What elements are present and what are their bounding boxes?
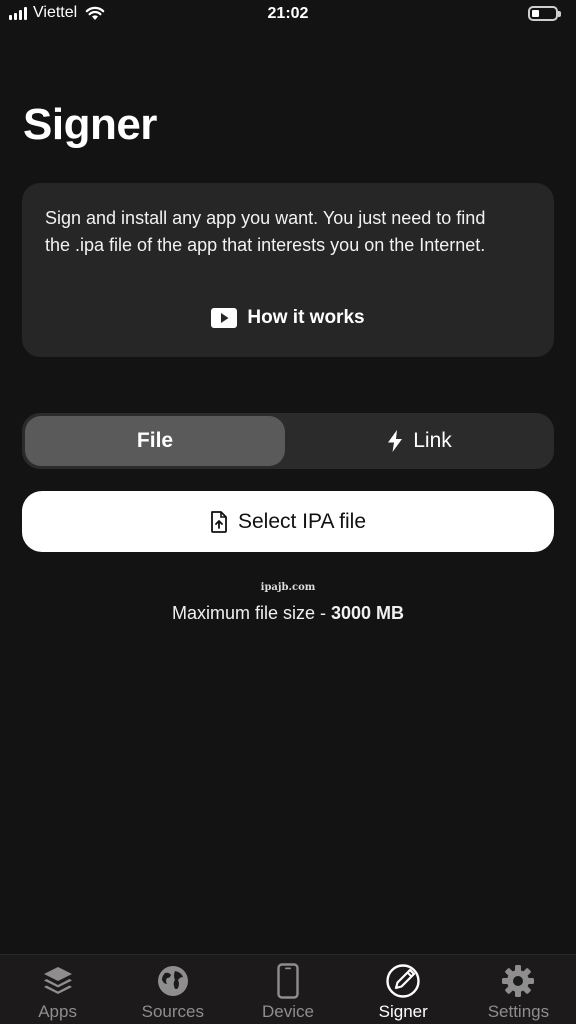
layers-icon [43,967,72,994]
tab-device[interactable]: Device [230,955,345,1024]
tab-settings-label: Settings [487,1002,550,1021]
tab-sources[interactable]: Sources [115,955,230,1024]
bolt-icon [388,430,403,452]
info-card: Sign and install any app you want. You j… [22,183,554,357]
tab-settings[interactable]: Settings [461,955,576,1024]
source-type-segmented-control: File Link [22,413,554,469]
watermark: ipajb.com [260,582,316,593]
gear-icon [502,965,535,997]
tab-apps[interactable]: Apps [0,955,115,1024]
select-ipa-file-button[interactable]: Select IPA file [22,491,554,552]
how-it-works-link[interactable]: How it works [22,307,554,329]
page-title: Signer [23,100,157,149]
select-ipa-file-label: Select IPA file [237,509,366,533]
tab-apps-label: Apps [38,1002,77,1021]
info-text: Sign and install any app you want. You j… [45,208,486,255]
status-time: 21:02 [267,5,309,22]
tab-device-label: Device [262,1002,314,1021]
status-bar: Viettel 21:02 [0,0,576,30]
max-file-size-value: 3000 MB [330,603,405,623]
tab-signer-label: Signer [378,1002,428,1021]
max-file-size: Maximum file size - 3000 MB [0,603,576,624]
globe-icon [157,966,188,996]
how-it-works-label: How it works [247,307,365,328]
tab-signer[interactable]: Signer [346,955,461,1024]
battery-icon [528,6,561,21]
segment-link-label: Link [413,429,452,452]
tab-sources-label: Sources [141,1002,204,1021]
phone-icon [277,963,299,999]
file-upload-icon [211,510,227,533]
max-file-size-prefix: Maximum file size - [171,603,331,623]
segment-link[interactable]: Link [288,416,551,466]
play-video-icon [211,308,238,328]
tab-bar: Apps Sources Device Signer Settings [0,954,576,1024]
signer-pen-icon [386,964,420,998]
segment-file[interactable]: File [25,416,285,466]
segment-file-label: File [136,429,174,452]
